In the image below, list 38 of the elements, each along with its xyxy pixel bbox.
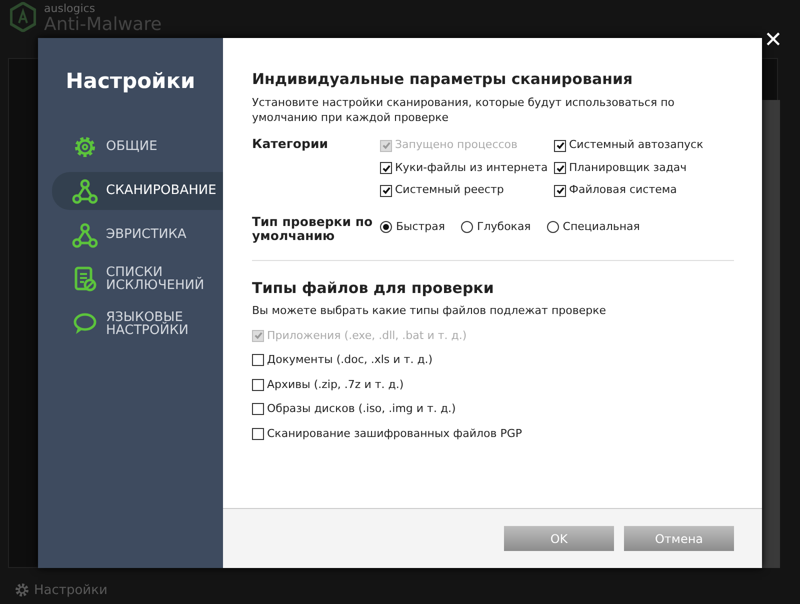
logo-icon [10,2,36,32]
nav-item[interactable]: ОБЩИЕ [52,128,223,166]
check-icon [382,141,390,150]
nav-item[interactable]: СПИСКИ ИСКЛЮЧЕНИЙ [52,260,223,299]
document-block-icon [72,266,98,292]
check-icon [382,164,390,173]
section-description: Установите настройки сканирования, которые будут использоваться по умолчанию при каждой проверке [252,94,676,126]
categories-label: Категории [252,137,329,154]
check-icon [556,141,564,150]
checkbox-option[interactable]: Куки-файлы из интернета [380,160,554,176]
dialog-title: Настройки [64,68,196,95]
nav-item[interactable]: ЯЗЫКОВЫЕ НАСТРОЙКИ [52,304,223,344]
radio-option[interactable]: Глубокая [461,218,531,236]
close-button[interactable]: ✕ [764,30,782,52]
checkbox-option[interactable]: Документы (.doc, .xls и т. д.) [252,352,734,369]
nav-item[interactable]: ЭВРИСТИКА [52,216,223,254]
nodes-icon [72,222,98,248]
checkbox-option[interactable]: Системный реестр [380,182,554,199]
checkbox-option[interactable]: Архивы (.zip, .7z и т. д.) [252,376,734,394]
nav-item[interactable]: СКАНИРОВАНИЕ [52,172,223,210]
checkbox-option[interactable]: Системный автозапуск [554,137,734,154]
radio-option[interactable]: Специальная [546,218,640,236]
radio-option[interactable]: Быстрая [380,218,446,236]
section-heading: Типы файлов для проверки [252,278,495,299]
brand-name: auslogics [44,2,96,16]
checkbox-option[interactable]: Файловая система [554,182,734,199]
nodes-icon [72,178,98,204]
checkbox-option[interactable]: Сканирование зашифрованных файлов PGP [252,426,734,442]
section-heading: Индивидуальные параметры сканирования [252,69,634,90]
check-icon [556,164,564,173]
checkbox-option[interactable]: Образы дисков (.iso, .img и т. д.) [252,401,734,418]
check-icon [382,186,390,196]
scan-type-label: Тип проверки по умолчанию [252,214,374,244]
check-icon [556,186,564,196]
checkbox-option[interactable]: Планировщик задач [554,160,734,176]
section-description: Вы можете выбрать какие типы файлов подлежат проверке [252,303,608,320]
settings-icon[interactable] [14,582,30,598]
check-icon [254,331,262,340]
